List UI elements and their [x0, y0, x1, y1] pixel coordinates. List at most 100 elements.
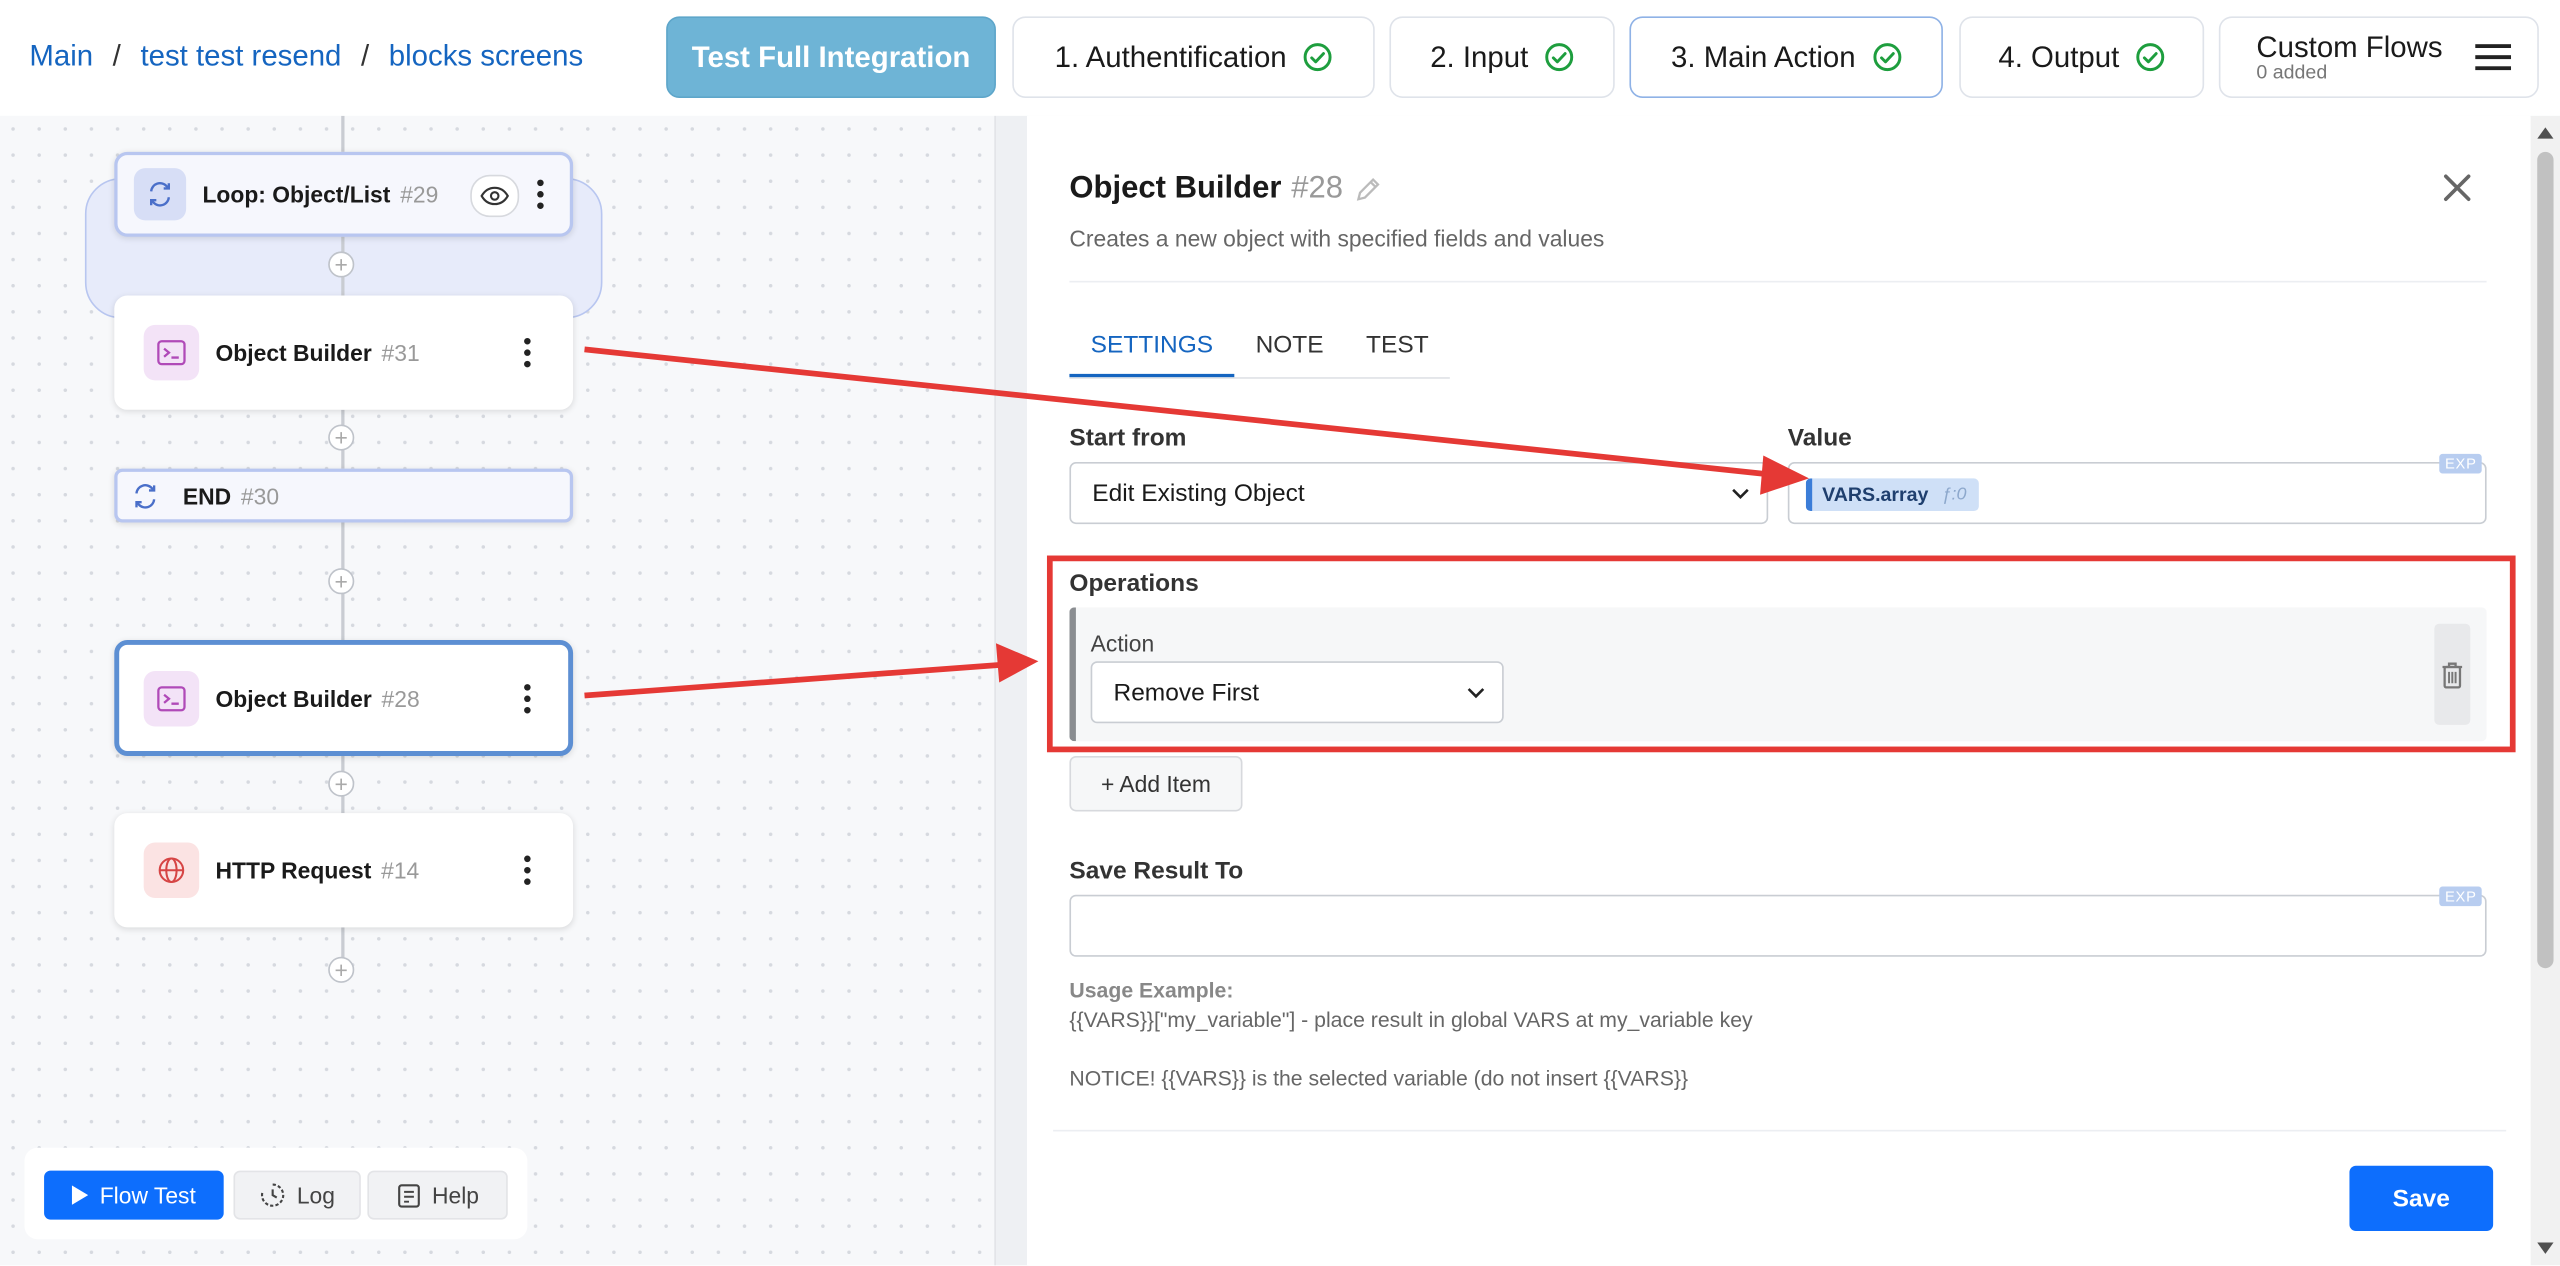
- add-step-plus-icon[interactable]: +: [328, 956, 355, 983]
- panel-description: Creates a new object with specified fiel…: [1069, 225, 1605, 252]
- scroll-down-arrow-icon[interactable]: [2537, 1242, 2554, 1255]
- flow-test-button[interactable]: Flow Test: [44, 1170, 224, 1220]
- step-label: 4. Output: [1998, 40, 2120, 73]
- usage-line: {{VARS}}["my_variable"] - place result i…: [1069, 1007, 1753, 1032]
- node-number: #28: [381, 684, 420, 712]
- log-button[interactable]: Log: [233, 1170, 361, 1220]
- node-title: Loop: Object/List: [202, 181, 391, 208]
- breadcrumb: Main / test test resend / blocks screens: [29, 39, 583, 73]
- scroll-up-arrow-icon[interactable]: [2537, 126, 2554, 139]
- connector-line: [341, 115, 345, 152]
- node-number: #29: [400, 181, 439, 208]
- breadcrumb-project[interactable]: test test resend: [140, 39, 341, 73]
- loop-end-icon: [131, 481, 160, 510]
- expression-badge[interactable]: EXP: [2440, 453, 2482, 474]
- usage-example: Usage Example: {{VARS}}["my_variable"] -…: [1069, 976, 1752, 1094]
- flow-test-label: Flow Test: [99, 1182, 196, 1209]
- usage-notice: NOTICE! {{VARS}} is the selected variabl…: [1069, 1066, 1689, 1091]
- step-main-action-button[interactable]: 3. Main Action: [1629, 16, 1943, 98]
- action-value: Remove First: [1113, 678, 1260, 707]
- flow-node-http-request[interactable]: HTTP Request #14: [114, 813, 574, 928]
- panel-tabs: SETTINGS NOTE TEST: [1069, 315, 1450, 379]
- variable-chip-index: ƒ:0: [1941, 484, 1967, 505]
- document-icon: [397, 1183, 420, 1207]
- node-number: #14: [381, 857, 420, 884]
- breadcrumb-separator: /: [361, 39, 370, 72]
- loop-icon: [133, 168, 187, 221]
- add-item-button[interactable]: + Add Item: [1069, 755, 1243, 812]
- step-label: 1. Authentification: [1054, 40, 1287, 73]
- top-bar: Main / test test resend / blocks screens…: [0, 0, 2560, 118]
- value-input[interactable]: EXP VARS.array ƒ:0: [1787, 453, 2487, 525]
- play-icon: [71, 1185, 89, 1205]
- tab-test[interactable]: TEST: [1345, 315, 1450, 377]
- flow-node-end[interactable]: END #30: [114, 468, 574, 523]
- more-options-icon[interactable]: [537, 175, 544, 214]
- node-settings-panel: Object Builder #28 Creates a new object …: [1026, 115, 2531, 1266]
- custom-flows-button[interactable]: Custom Flows 0 added: [2218, 16, 2539, 98]
- node-title: END: [182, 482, 232, 509]
- hamburger-menu-icon: [2475, 44, 2512, 71]
- flow-node-object-builder-31[interactable]: Object Builder #31: [114, 295, 574, 410]
- save-button[interactable]: Save: [2349, 1165, 2494, 1232]
- more-options-icon[interactable]: [524, 333, 531, 372]
- step-label: 2. Input: [1430, 40, 1529, 73]
- start-from-label: Start from: [1069, 424, 1187, 453]
- node-number: #30: [240, 482, 280, 509]
- add-step-plus-icon[interactable]: +: [328, 770, 355, 797]
- node-title: Object Builder: [215, 339, 372, 366]
- breadcrumb-flow[interactable]: blocks screens: [389, 39, 583, 73]
- panel-title: Object Builder #28: [1069, 171, 1382, 207]
- terminal-icon: [143, 670, 200, 726]
- canvas-toolbar: Flow Test Log Help: [24, 1147, 528, 1240]
- flow-node-object-builder-28[interactable]: Object Builder #28: [114, 640, 574, 756]
- expression-badge[interactable]: EXP: [2440, 886, 2482, 907]
- panel-title-text: Object Builder: [1069, 171, 1282, 206]
- variable-chip[interactable]: VARS.array ƒ:0: [1805, 478, 1980, 512]
- trash-icon: [2442, 661, 2463, 688]
- check-circle-icon: [2136, 43, 2165, 72]
- test-full-integration-button[interactable]: Test Full Integration: [666, 16, 996, 98]
- step-input-button[interactable]: 2. Input: [1389, 16, 1615, 98]
- custom-flows-count: 0 added: [2256, 60, 2328, 84]
- app-screen: Main / test test resend / blocks screens…: [0, 0, 2560, 1266]
- action-label: Action: [1090, 630, 1155, 657]
- close-icon[interactable]: [2441, 171, 2474, 204]
- scrollbar-thumb[interactable]: [2537, 151, 2554, 969]
- custom-flows-text: Custom Flows 0 added: [2256, 33, 2442, 82]
- operations-label: Operations: [1069, 569, 1199, 598]
- tab-settings[interactable]: SETTINGS: [1069, 315, 1235, 378]
- check-circle-icon: [1545, 43, 1574, 72]
- chevron-down-icon: [1732, 488, 1749, 500]
- help-button[interactable]: Help: [367, 1170, 508, 1220]
- panel-resize-handle[interactable]: [994, 115, 1029, 1266]
- add-step-plus-icon[interactable]: +: [328, 424, 355, 451]
- start-from-value: Edit Existing Object: [1092, 479, 1305, 507]
- save-result-input[interactable]: EXP: [1069, 886, 2487, 957]
- breadcrumb-main[interactable]: Main: [29, 39, 93, 73]
- step-authentification-button[interactable]: 1. Authentification: [1012, 16, 1375, 98]
- history-icon: [260, 1183, 284, 1207]
- step-output-button[interactable]: 4. Output: [1959, 16, 2205, 98]
- node-title: HTTP Request: [215, 857, 372, 884]
- breadcrumb-separator: /: [112, 39, 121, 72]
- pencil-icon[interactable]: [1353, 175, 1382, 204]
- globe-icon: [143, 842, 200, 898]
- custom-flows-label: Custom Flows: [2256, 31, 2443, 64]
- chevron-down-icon: [1467, 688, 1485, 699]
- usage-title: Usage Example:: [1069, 977, 1234, 1003]
- tab-note[interactable]: NOTE: [1234, 315, 1344, 377]
- panel-scrollbar[interactable]: [2530, 115, 2560, 1266]
- delete-operation-button[interactable]: [2434, 623, 2471, 725]
- eye-icon[interactable]: [470, 174, 520, 218]
- value-label: Value: [1787, 424, 1852, 453]
- more-options-icon[interactable]: [524, 851, 531, 890]
- node-number: #31: [381, 339, 420, 366]
- add-step-plus-icon[interactable]: +: [328, 251, 355, 278]
- add-step-plus-icon[interactable]: +: [328, 568, 355, 595]
- start-from-select[interactable]: Edit Existing Object: [1069, 462, 1769, 525]
- flow-node-loop[interactable]: Loop: Object/List #29: [114, 151, 574, 237]
- more-options-icon[interactable]: [524, 678, 531, 717]
- check-circle-icon: [1872, 43, 1901, 72]
- action-select[interactable]: Remove First: [1090, 661, 1504, 724]
